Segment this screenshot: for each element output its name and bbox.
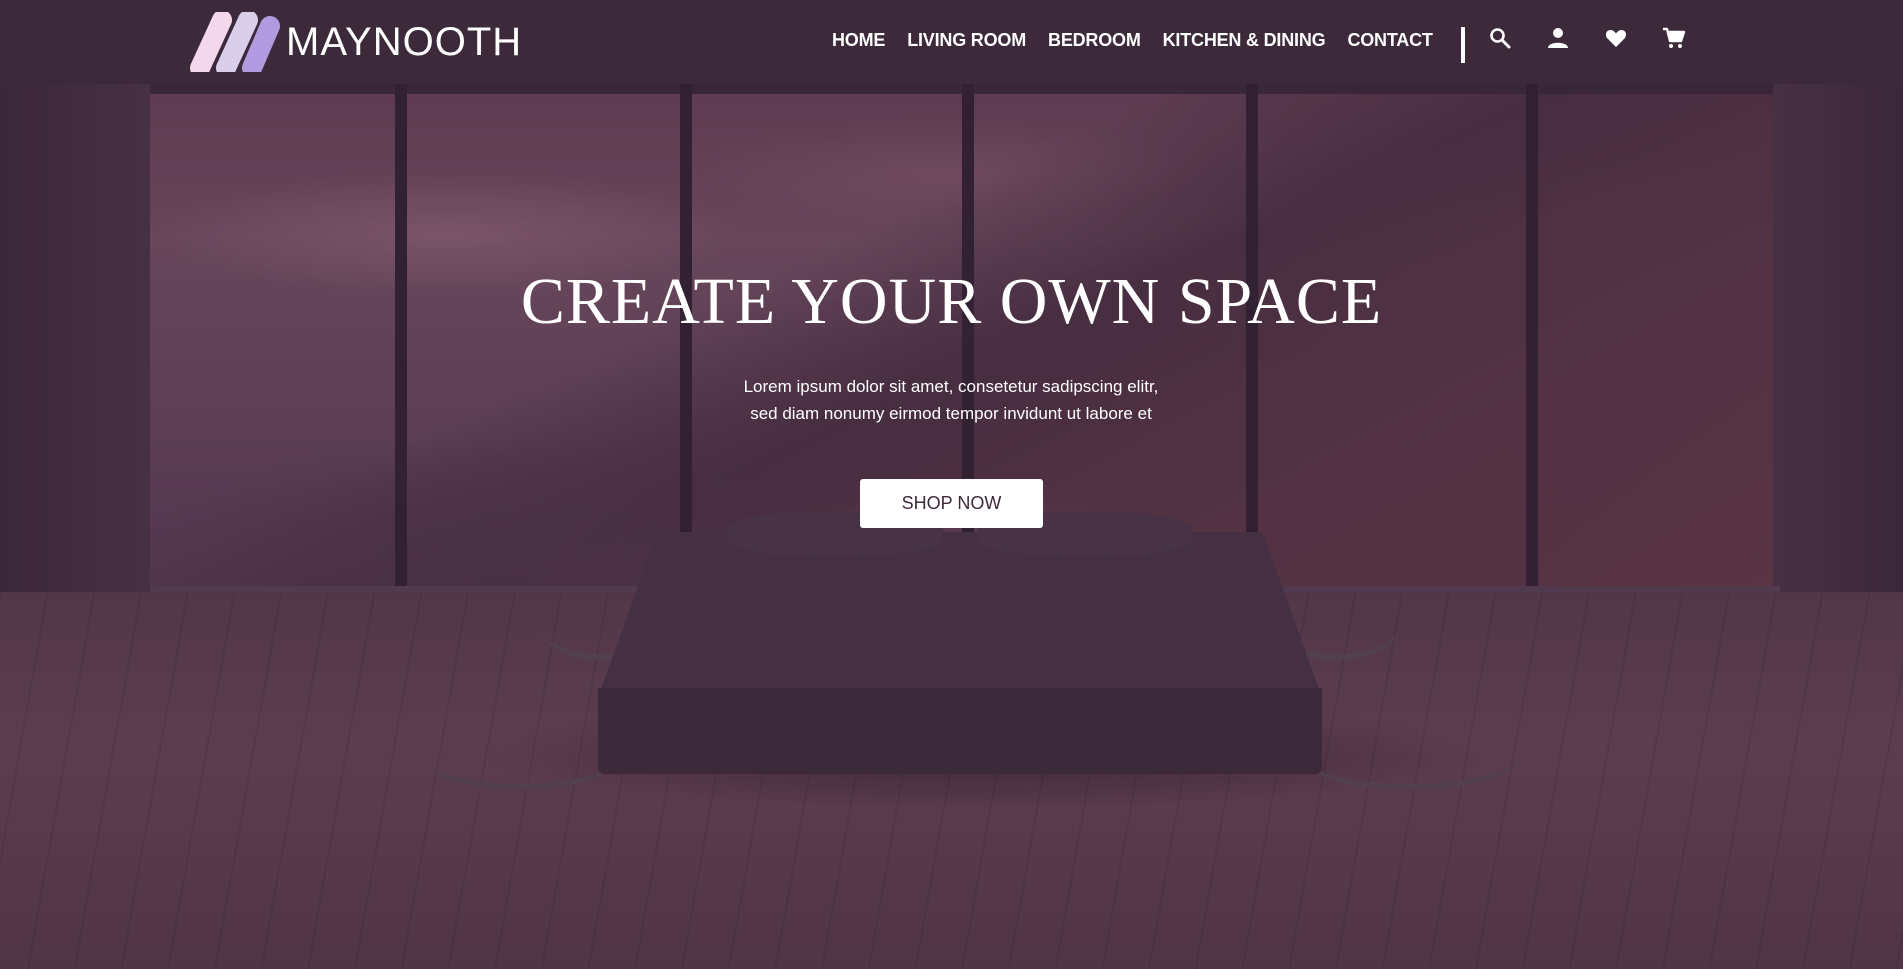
site-header: MAYNOOTH HOME LIVING ROOM BEDROOM KITCHE…: [0, 0, 1903, 84]
hero-subtitle-line-2: sed diam nonumy eirmod tempor invidunt u…: [750, 404, 1152, 423]
hero-title: CREATE YOUR OWN SPACE: [520, 265, 1383, 338]
brand-name: MAYNOOTH: [286, 20, 523, 64]
shop-now-button[interactable]: SHOP NOW: [860, 479, 1043, 528]
nav-item-bedroom[interactable]: BEDROOM: [1048, 30, 1141, 51]
page: MAYNOOTH HOME LIVING ROOM BEDROOM KITCHE…: [0, 0, 1903, 969]
hero-subtitle: Lorem ipsum dolor sit amet, consetetur s…: [651, 373, 1251, 427]
nav-item-home[interactable]: HOME: [832, 30, 885, 51]
main-nav: HOME LIVING ROOM BEDROOM KITCHEN & DININ…: [832, 30, 1433, 51]
nav-divider: [1461, 27, 1465, 63]
brand-logo[interactable]: MAYNOOTH: [178, 12, 522, 72]
logo-mark-icon: [190, 12, 280, 72]
header-actions: [1488, 26, 1686, 50]
heart-icon[interactable]: [1604, 26, 1628, 50]
nav-item-contact[interactable]: CONTACT: [1347, 30, 1432, 51]
cart-icon[interactable]: [1662, 26, 1686, 50]
search-icon[interactable]: [1488, 26, 1512, 50]
hero-subtitle-line-1: Lorem ipsum dolor sit amet, consetetur s…: [743, 377, 1159, 396]
nav-item-living-room[interactable]: LIVING ROOM: [907, 30, 1026, 51]
user-icon[interactable]: [1546, 26, 1570, 50]
nav-item-kitchen-dining[interactable]: KITCHEN & DINING: [1163, 30, 1326, 51]
